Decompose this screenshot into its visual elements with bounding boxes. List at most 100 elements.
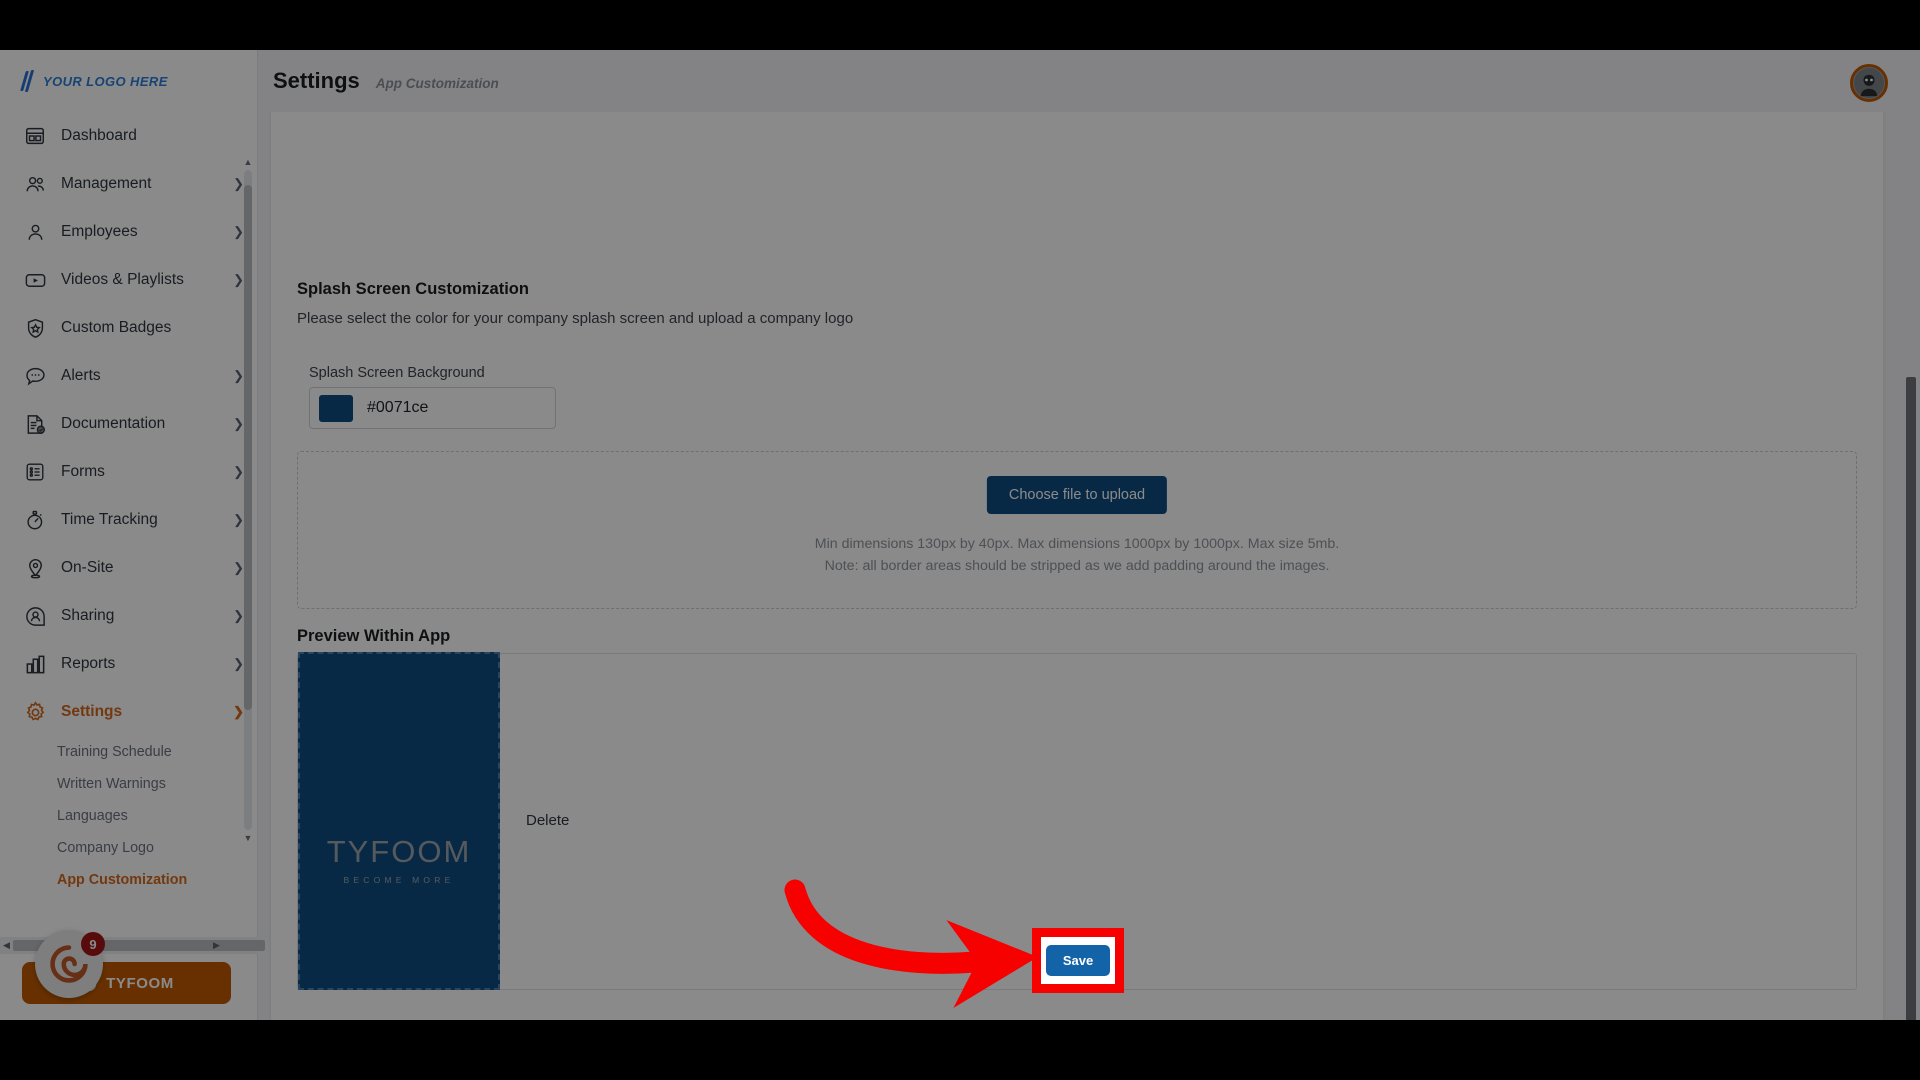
- chevron-right-icon: ❯: [233, 656, 244, 671]
- bar-chart-icon: [22, 651, 48, 677]
- sidebar-item-settings[interactable]: Settings ❯: [0, 688, 258, 736]
- sidebar-item-label: Time Tracking: [61, 511, 158, 528]
- sidebar-nav: Dashboard Management ❯ Employees ❯ Video…: [0, 112, 258, 954]
- preview-label: Preview Within App: [297, 627, 451, 645]
- color-hex-value: #0071ce: [367, 399, 429, 416]
- dashboard-icon: [22, 123, 48, 149]
- chevron-right-icon: ❯: [233, 272, 244, 287]
- sidebar-subitem-label: Company Logo: [57, 840, 154, 856]
- gear-icon: [22, 699, 48, 725]
- sidebar-item-label: Documentation: [61, 415, 166, 432]
- letterbox-top: [0, 0, 1920, 50]
- sidebar-item-label: Management: [61, 175, 152, 192]
- section-subtitle: Please select the color for your company…: [297, 310, 854, 327]
- tyfoom-notification-badge[interactable]: 9: [35, 930, 105, 998]
- sidebar-vertical-scrollbar[interactable]: ▲ ▼: [244, 157, 253, 843]
- shield-star-icon: [22, 315, 48, 341]
- tyfoom-footer-label: TYFOOM: [106, 974, 174, 992]
- save-button-highlight: Save: [1032, 928, 1124, 993]
- preview-logo-tagline: BECOME MORE: [343, 875, 455, 885]
- sidebar-item-label: Forms: [61, 463, 105, 480]
- scroll-up-arrow-icon[interactable]: ▲: [243, 157, 253, 167]
- sidebar-item-label: Employees: [61, 223, 138, 240]
- splash-preview: TYFOOM BECOME MORE: [298, 652, 500, 990]
- users-icon: [22, 171, 48, 197]
- logo-mark-icon: [20, 70, 36, 92]
- sidebar-item-forms[interactable]: Forms ❯: [0, 448, 258, 496]
- sidebar-subitem-written-warnings[interactable]: Written Warnings: [0, 768, 258, 800]
- color-field-label: Splash Screen Background: [309, 365, 485, 381]
- sidebar-item-management[interactable]: Management ❯: [0, 160, 258, 208]
- sidebar-item-label: Custom Badges: [61, 319, 172, 336]
- section-title: Splash Screen Customization: [297, 280, 529, 298]
- scroll-left-arrow-icon[interactable]: ◀: [0, 940, 13, 951]
- document-check-icon: [22, 411, 48, 437]
- color-swatch[interactable]: [319, 394, 353, 422]
- breadcrumb: App Customization: [375, 75, 499, 91]
- scrollbar-thumb[interactable]: [244, 185, 252, 710]
- scroll-right-arrow-icon[interactable]: ▶: [210, 940, 223, 951]
- sidebar-item-sharing[interactable]: Sharing ❯: [0, 592, 258, 640]
- sidebar-item-label: Dashboard: [61, 127, 137, 144]
- sidebar-item-label: Sharing: [61, 607, 115, 624]
- preview-logo-word: TYFOOM: [326, 834, 472, 869]
- avatar-image: [1854, 68, 1884, 98]
- splash-background-color-input[interactable]: #0071ce: [309, 387, 556, 429]
- sidebar: YOUR LOGO HERE Dashboard Management ❯ Em…: [0, 50, 265, 1020]
- sidebar-item-label: Alerts: [61, 367, 101, 384]
- sidebar-item-label: Videos & Playlists: [61, 271, 184, 288]
- user-icon: [22, 219, 48, 245]
- chevron-right-icon: ❯: [233, 464, 244, 479]
- form-list-icon: [22, 459, 48, 485]
- scroll-down-arrow-icon[interactable]: ▼: [243, 833, 253, 843]
- sidebar-subitem-label: Written Warnings: [57, 776, 166, 792]
- chevron-right-icon: ❯: [233, 608, 244, 623]
- sidebar-item-label: Reports: [61, 655, 116, 672]
- letterbox-bottom: [0, 1020, 1920, 1080]
- chevron-right-icon: ❯: [233, 512, 244, 527]
- brand-logo[interactable]: YOUR LOGO HERE: [0, 50, 257, 112]
- map-pin-icon: [22, 555, 48, 581]
- sidebar-item-time-tracking[interactable]: Time Tracking ❯: [0, 496, 258, 544]
- choose-file-button[interactable]: Choose file to upload: [986, 476, 1168, 514]
- sidebar-item-alerts[interactable]: Alerts ❯: [0, 352, 258, 400]
- upload-note-line-2: Note: all border areas should be strippe…: [824, 558, 1330, 574]
- application-window: YOUR LOGO HERE Dashboard Management ❯ Em…: [0, 50, 1920, 1020]
- sidebar-subitem-training-schedule[interactable]: Training Schedule: [0, 736, 258, 768]
- upload-note-line-1: Min dimensions 130px by 40px. Max dimens…: [814, 536, 1340, 552]
- sidebar-item-custom-badges[interactable]: Custom Badges: [0, 304, 258, 352]
- sidebar-item-employees[interactable]: Employees ❯: [0, 208, 258, 256]
- play-icon: [22, 267, 48, 293]
- save-button-highlighted-label[interactable]: Save: [1045, 945, 1111, 976]
- chevron-right-icon: ❯: [233, 176, 244, 191]
- sidebar-item-dashboard[interactable]: Dashboard: [0, 112, 258, 160]
- sidebar-subitem-label: Languages: [57, 808, 128, 824]
- delete-logo-button[interactable]: Delete: [526, 812, 569, 829]
- sidebar-subitem-app-customization[interactable]: App Customization: [0, 864, 258, 896]
- page-vertical-scrollbar[interactable]: [1903, 112, 1918, 1020]
- chevron-right-icon: ❯: [233, 416, 244, 431]
- scrollbar-thumb[interactable]: [1906, 377, 1916, 1020]
- sidebar-item-label: Settings: [61, 703, 123, 720]
- sidebar-subitem-label: Training Schedule: [57, 744, 172, 760]
- sidebar-subitem-languages[interactable]: Languages: [0, 800, 258, 832]
- header-bar: Settings App Customization: [258, 50, 1920, 112]
- logo-text: YOUR LOGO HERE: [43, 73, 168, 89]
- sidebar-subitem-company-logo[interactable]: Company Logo: [0, 832, 258, 864]
- chat-icon: [22, 363, 48, 389]
- sidebar-item-reports[interactable]: Reports ❯: [0, 640, 258, 688]
- stopwatch-icon: [22, 507, 48, 533]
- sidebar-item-documentation[interactable]: Documentation ❯: [0, 400, 258, 448]
- chevron-down-icon: ❯: [233, 704, 244, 719]
- share-user-icon: [22, 603, 48, 629]
- main-content: Splash Screen Customization Please selec…: [258, 112, 1920, 1020]
- user-avatar[interactable]: [1850, 64, 1888, 102]
- splash-customization-card: Splash Screen Customization Please selec…: [271, 112, 1883, 1020]
- chevron-right-icon: ❯: [233, 224, 244, 239]
- sidebar-item-label: On-Site: [61, 559, 114, 576]
- sidebar-item-on-site[interactable]: On-Site ❯: [0, 544, 258, 592]
- sidebar-item-videos-playlists[interactable]: Videos & Playlists ❯: [0, 256, 258, 304]
- sidebar-subitem-label: App Customization: [57, 872, 188, 888]
- file-dropzone[interactable]: Choose file to upload Min dimensions 130…: [297, 451, 1857, 609]
- notification-count: 9: [81, 932, 105, 956]
